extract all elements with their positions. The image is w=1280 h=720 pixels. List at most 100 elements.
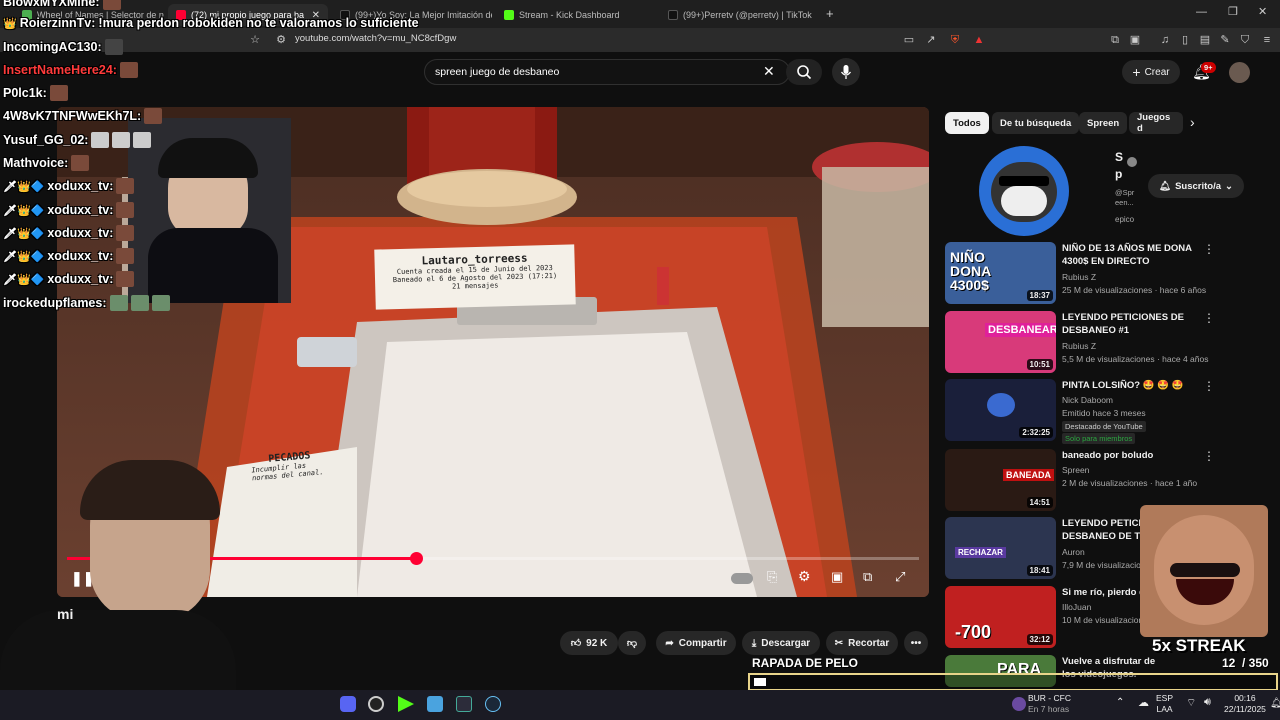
wifi-icon[interactable]: ⌔ [1186, 696, 1196, 710]
cast-icon[interactable]: ⧉ [863, 569, 872, 585]
clip-button[interactable]: ✂ Recortar [826, 631, 898, 655]
sports-widget[interactable]: BUR - CFC En 7 horas [1028, 693, 1071, 715]
chat-emote [151, 295, 170, 311]
video-thumbnail[interactable]: BANEADA 14:51 [945, 449, 1056, 511]
close-window-button[interactable]: ✕ [1258, 5, 1267, 18]
video-channel[interactable]: Rubius Z [1062, 272, 1096, 282]
search-input[interactable]: spreen juego de desbaneo [435, 66, 559, 78]
more-options-icon[interactable]: ⋮ [1203, 449, 1215, 463]
site-info-icon[interactable]: ⚙ [274, 33, 288, 47]
channel-avatar[interactable] [979, 146, 1069, 236]
new-tab-button[interactable]: + [826, 6, 834, 21]
sports-widget-icon[interactable] [1012, 697, 1026, 711]
autoplay-toggle[interactable] [731, 573, 753, 584]
clock[interactable]: 00:16 22/11/2025 [1224, 693, 1266, 715]
subscribed-button[interactable]: 🔔︎ Suscrito/a ⌄ [1148, 174, 1244, 198]
clear-search-icon[interactable]: ✕ [763, 63, 775, 80]
dislike-button[interactable]: 👎︎ [618, 631, 646, 655]
extensions-icon[interactable]: ⧉ [1108, 33, 1122, 47]
kick-app-icon[interactable] [398, 696, 414, 712]
more-options-icon[interactable]: ⋮ [1203, 379, 1215, 393]
volume-icon[interactable]: 🔊︎ [1204, 696, 1211, 709]
cloud-icon[interactable]: ☁ [1138, 696, 1149, 709]
like-button[interactable]: 👍︎ 92 K [560, 631, 618, 655]
more-actions-button[interactable]: ••• [904, 631, 928, 655]
address-bar-row: ☆ ⚙ youtube.com/watch?v=mu_NC8cfDgw ▭ ↗ … [0, 28, 1280, 52]
minimize-button[interactable]: — [1196, 6, 1207, 18]
download-button[interactable]: ⤓ Descargar [742, 631, 820, 655]
wallet-icon[interactable]: ▤ [1198, 33, 1212, 47]
bookmark-icon[interactable]: ☆ [248, 33, 262, 47]
vpn-icon[interactable]: ⛉ [1238, 33, 1252, 47]
file-explorer-icon[interactable] [427, 696, 443, 712]
miniplayer-icon[interactable]: ▣ [831, 569, 843, 585]
settings-gear-icon[interactable]: ⚙ [798, 568, 811, 585]
user-avatar[interactable] [1229, 62, 1250, 83]
channel-name-line1[interactable]: S [1115, 150, 1123, 164]
tab-kick-dashboard[interactable]: Stream - Kick Dashboard [496, 4, 656, 26]
chat-message: P0lc1k: [3, 85, 68, 101]
tray-overflow-chevron-icon[interactable]: ⌃ [1116, 697, 1124, 708]
video-channel[interactable]: Spreen [1062, 465, 1089, 475]
tab-tiktok-perretv[interactable]: (99+)Perretv (@perretv) | TikTok [660, 4, 820, 26]
discord-icon[interactable] [340, 696, 356, 712]
download-icon: ⤓ [751, 637, 757, 649]
maximize-button[interactable]: ❐ [1228, 5, 1238, 18]
video-title[interactable]: PINTA LOLSIÑO? 🤩 🤩 🤩 [1062, 379, 1202, 392]
video-channel[interactable]: Rubius Z [1062, 341, 1096, 351]
video-title[interactable]: baneado por boludo [1062, 449, 1202, 462]
notification-center-icon[interactable]: 🔔︎ [1270, 698, 1280, 709]
chip-spreen[interactable]: Spreen [1079, 112, 1128, 134]
chat-message: 🗡👑🔷 xoduxx_tv: [3, 225, 135, 241]
related-video[interactable]: NIÑO DONA 4300$ 18:37 NIÑO DE 13 AÑOS ME… [945, 242, 1265, 306]
related-video[interactable]: BANEADA 14:51 baneado por boludo Spreen … [945, 449, 1265, 513]
brave-shield-icon[interactable]: ⛨ [948, 33, 962, 47]
search-button[interactable] [786, 59, 822, 85]
related-video[interactable]: DESBANEAR 10:51 LEYENDO PETICIONES DE DE… [945, 311, 1265, 375]
goal-progress-fill [754, 678, 766, 686]
sidebar-icon[interactable]: ▯ [1178, 33, 1192, 47]
related-video[interactable]: 2:32:25 PINTA LOLSIÑO? 🤩 🤩 🤩 Nick Daboom… [945, 379, 1265, 444]
video-title[interactable]: LEYENDO PETICIONES DE DESBANEO #1 [1062, 311, 1202, 337]
reader-icon[interactable]: ✎ [1218, 33, 1232, 47]
chips-next-chevron-icon[interactable]: › [1190, 114, 1195, 130]
voice-search-button[interactable] [832, 58, 860, 86]
cast-icon[interactable]: ▭ [902, 33, 916, 47]
more-options-icon[interactable]: ⋮ [1203, 311, 1215, 325]
streak-reaction-image [1140, 505, 1268, 637]
obs-icon[interactable] [368, 696, 384, 712]
chat-emote [91, 132, 110, 148]
thumbnail-text: NIÑO DONA 4300$ [950, 249, 991, 293]
video-thumbnail[interactable]: 2:32:25 [945, 379, 1056, 441]
chip-juegos[interactable]: Juegos d [1129, 112, 1183, 134]
brave-rewards-icon[interactable]: ▲ [972, 33, 986, 47]
video-title[interactable]: NIÑO DE 13 AÑOS ME DONA 4300$ EN DIRECTO [1062, 242, 1202, 268]
goal-label: RAPADA DE PELO [752, 656, 859, 670]
steam-icon[interactable] [485, 696, 501, 712]
language-indicator[interactable]: ESP LAA [1156, 693, 1173, 715]
url-field[interactable]: youtube.com/watch?v=mu_NC8cfDgw [295, 33, 456, 44]
banned-user-card: Lautaro_torreess Cuenta creada el 15 de … [374, 244, 576, 310]
share-icon[interactable]: ↗ [924, 33, 938, 47]
video-channel[interactable]: Nick Daboom [1062, 395, 1113, 405]
share-button[interactable]: ➦ Compartir [656, 631, 736, 655]
video-channel[interactable]: Auron [1062, 547, 1085, 557]
video-thumbnail[interactable]: NIÑO DONA 4300$ 18:37 [945, 242, 1056, 304]
chat-message: 🗡👑🔷 xoduxx_tv: [3, 271, 135, 287]
fullscreen-icon[interactable]: ⤢ [895, 569, 905, 585]
subtitles-icon[interactable]: ⎘ [767, 569, 777, 585]
search-box[interactable]: spreen juego de desbaneo ✕ [424, 59, 790, 85]
video-channel[interactable]: IlloJuan [1062, 602, 1091, 612]
chip-todos[interactable]: Todos [945, 112, 989, 134]
video-thumbnail[interactable]: RECHAZAR 18:41 [945, 517, 1056, 579]
video-thumbnail[interactable]: DESBANEAR 10:51 [945, 311, 1056, 373]
menu-icon[interactable]: ≡ [1260, 33, 1274, 47]
notifications-count-badge: 9+ [1201, 62, 1216, 73]
screenshot-icon[interactable]: ▣ [1128, 33, 1142, 47]
music-icon[interactable]: ♫ [1158, 33, 1172, 47]
video-thumbnail[interactable]: -700 32:12 [945, 586, 1056, 648]
app-icon[interactable] [456, 696, 472, 712]
create-button[interactable]: + Crear [1122, 60, 1180, 84]
more-options-icon[interactable]: ⋮ [1203, 242, 1215, 256]
chip-de-tu-busqueda[interactable]: De tu búsqueda [992, 112, 1080, 134]
